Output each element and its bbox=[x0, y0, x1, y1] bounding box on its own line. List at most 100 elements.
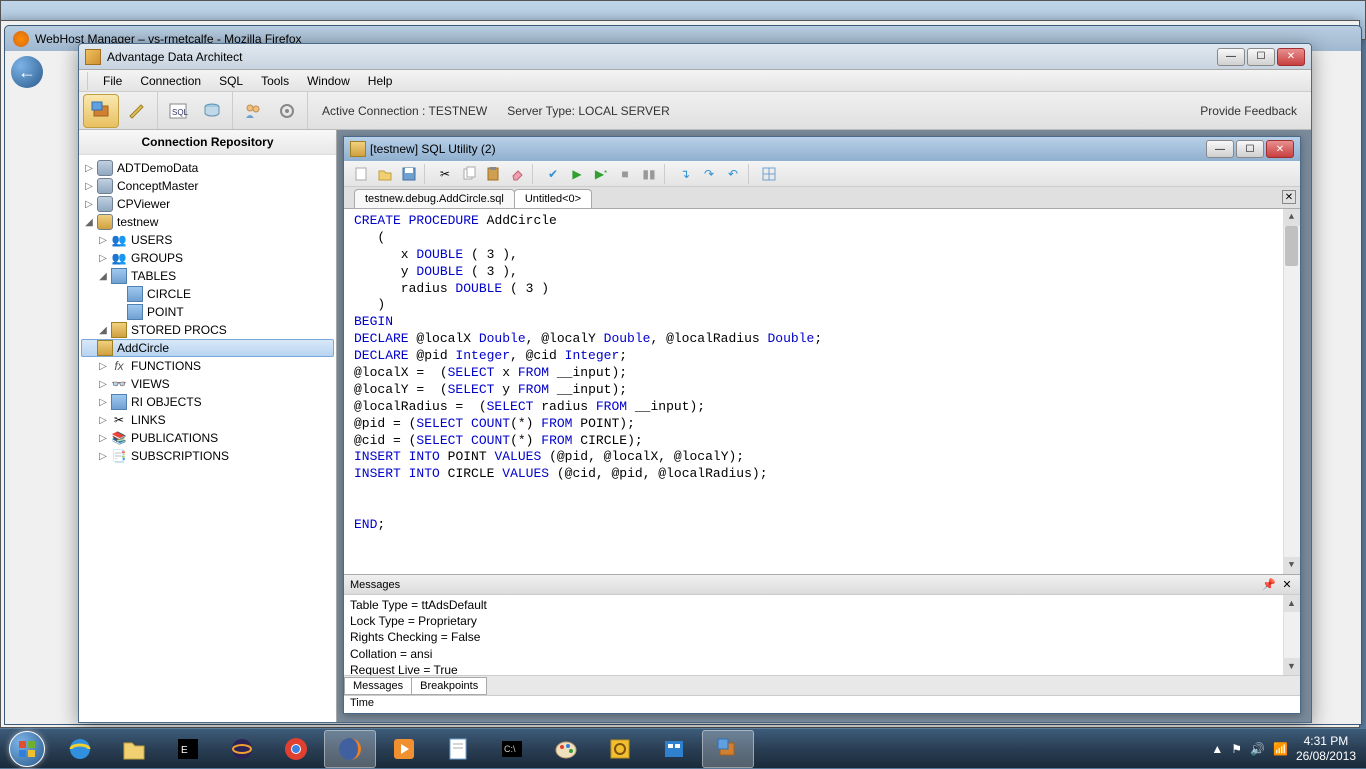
tree-stored-procs[interactable]: ◢STORED PROCS bbox=[81, 321, 334, 339]
firefox-back-button[interactable]: ← bbox=[11, 56, 43, 88]
sql-erase-icon[interactable] bbox=[506, 163, 528, 185]
tree-ri-objects[interactable]: ▷RI OBJECTS bbox=[81, 393, 334, 411]
sql-window-icon bbox=[350, 141, 366, 157]
tray-clock[interactable]: 4:31 PM 26/08/2013 bbox=[1296, 734, 1356, 763]
sql-toolbar: ✂ ✔ ▶ ▶* ■ ▮▮ ↴ ↷ ↶ bbox=[344, 161, 1300, 187]
messages-pin-icon[interactable]: 📌 bbox=[1262, 578, 1276, 592]
sql-grid-icon[interactable] bbox=[758, 163, 780, 185]
taskbar-app1-icon[interactable] bbox=[594, 730, 646, 768]
start-button[interactable] bbox=[0, 729, 54, 769]
sql-step-over-icon[interactable]: ↷ bbox=[698, 163, 720, 185]
breakpoints-tab[interactable]: Breakpoints bbox=[411, 677, 487, 695]
messages-close-icon[interactable]: ✕ bbox=[1280, 578, 1294, 592]
provide-feedback-link[interactable]: Provide Feedback bbox=[1186, 104, 1311, 118]
taskbar-notepad-icon[interactable] bbox=[432, 730, 484, 768]
tree-table-point[interactable]: POINT bbox=[81, 303, 334, 321]
tree-users[interactable]: ▷👥USERS bbox=[81, 231, 334, 249]
sql-cut-icon[interactable]: ✂ bbox=[434, 163, 456, 185]
editor-scrollbar[interactable]: ▲ ▼ bbox=[1283, 209, 1300, 574]
toolbar-query-icon[interactable] bbox=[196, 95, 228, 127]
taskbar-terminal-icon[interactable]: E bbox=[162, 730, 214, 768]
ada-menubar: File Connection SQL Tools Window Help bbox=[79, 70, 1311, 92]
tree-functions[interactable]: ▷fxFUNCTIONS bbox=[81, 357, 334, 375]
scroll-up-icon[interactable]: ▲ bbox=[1283, 209, 1300, 226]
sql-tab-close-button[interactable]: ✕ bbox=[1282, 190, 1296, 204]
menu-file[interactable]: File bbox=[95, 72, 130, 90]
sql-tab-addcircle[interactable]: testnew.debug.AddCircle.sql bbox=[354, 189, 515, 208]
sql-close-button[interactable]: ✕ bbox=[1266, 140, 1294, 158]
tree-links[interactable]: ▷✂LINKS bbox=[81, 411, 334, 429]
msg-scroll-up-icon[interactable]: ▲ bbox=[1283, 595, 1300, 612]
taskbar-mediaplayer-icon[interactable] bbox=[378, 730, 430, 768]
toolbar-edit-icon[interactable] bbox=[121, 95, 153, 127]
toolbar-users-icon[interactable] bbox=[237, 95, 269, 127]
sql-editor[interactable]: CREATE PROCEDURE AddCircle ( x DOUBLE ( … bbox=[344, 209, 1300, 574]
maximize-button[interactable]: ☐ bbox=[1247, 48, 1275, 66]
tree-publications[interactable]: ▷📚PUBLICATIONS bbox=[81, 429, 334, 447]
minimize-button[interactable]: — bbox=[1217, 48, 1245, 66]
tray-up-icon[interactable]: ▲ bbox=[1211, 742, 1223, 756]
taskbar-eclipse-icon[interactable] bbox=[216, 730, 268, 768]
msg-scroll-down-icon[interactable]: ▼ bbox=[1283, 658, 1300, 675]
sql-stop-icon[interactable]: ■ bbox=[614, 163, 636, 185]
tree-subscriptions[interactable]: ▷📑SUBSCRIPTIONS bbox=[81, 447, 334, 465]
sql-run-icon[interactable]: ▶ bbox=[566, 163, 588, 185]
sql-step-into-icon[interactable]: ↴ bbox=[674, 163, 696, 185]
tree-testnew[interactable]: ◢testnew bbox=[81, 213, 334, 231]
tree-groups[interactable]: ▷👥GROUPS bbox=[81, 249, 334, 267]
tree-adtdemodata[interactable]: ▷ADTDemoData bbox=[81, 159, 334, 177]
taskbar-cmd-icon[interactable]: C:\ bbox=[486, 730, 538, 768]
taskbar-paint-icon[interactable] bbox=[540, 730, 592, 768]
taskbar-chrome-icon[interactable] bbox=[270, 730, 322, 768]
taskbar-ada-icon[interactable] bbox=[702, 730, 754, 768]
sql-check-icon[interactable]: ✔ bbox=[542, 163, 564, 185]
tree-views[interactable]: ▷👓VIEWS bbox=[81, 375, 334, 393]
messages-scrollbar[interactable]: ▲ ▼ bbox=[1283, 595, 1300, 675]
tray-volume-icon[interactable]: 🔊 bbox=[1250, 742, 1265, 756]
time-row: Time bbox=[344, 695, 1300, 713]
sql-save-icon[interactable] bbox=[398, 163, 420, 185]
sql-minimize-button[interactable]: — bbox=[1206, 140, 1234, 158]
sql-titlebar[interactable]: [testnew] SQL Utility (2) — ☐ ✕ bbox=[344, 137, 1300, 161]
sql-maximize-button[interactable]: ☐ bbox=[1236, 140, 1264, 158]
menu-sql[interactable]: SQL bbox=[211, 72, 251, 90]
tree-conceptmaster[interactable]: ▷ConceptMaster bbox=[81, 177, 334, 195]
close-button[interactable]: ✕ bbox=[1277, 48, 1305, 66]
ada-title: Advantage Data Architect bbox=[107, 50, 1217, 64]
sql-run-script-icon[interactable]: ▶* bbox=[590, 163, 612, 185]
taskbar-ie-icon[interactable] bbox=[54, 730, 106, 768]
toolbar-connect-icon[interactable] bbox=[83, 94, 119, 128]
sql-window-title: [testnew] SQL Utility (2) bbox=[370, 142, 1206, 156]
connection-tree[interactable]: ▷ADTDemoData ▷ConceptMaster ▷CPViewer ◢t… bbox=[79, 155, 336, 722]
connection-repository-panel: Connection Repository ▷ADTDemoData ▷Conc… bbox=[79, 130, 337, 722]
messages-body[interactable]: Table Type = ttAdsDefault Lock Type = Pr… bbox=[344, 595, 1300, 675]
sql-new-icon[interactable] bbox=[350, 163, 372, 185]
tree-proc-addcircle[interactable]: AddCircle bbox=[81, 339, 334, 357]
menu-connection[interactable]: Connection bbox=[132, 72, 209, 90]
sql-tab-untitled[interactable]: Untitled<0> bbox=[514, 189, 592, 208]
system-tray[interactable]: ▲ ⚑ 🔊 📶 4:31 PM 26/08/2013 bbox=[1201, 734, 1366, 763]
sql-step-out-icon[interactable]: ↶ bbox=[722, 163, 744, 185]
tray-network-icon[interactable]: 📶 bbox=[1273, 742, 1288, 756]
toolbar-sql-icon[interactable]: SQL bbox=[162, 95, 194, 127]
scroll-down-icon[interactable]: ▼ bbox=[1283, 557, 1300, 574]
taskbar-explorer-icon[interactable] bbox=[108, 730, 160, 768]
menu-help[interactable]: Help bbox=[360, 72, 401, 90]
sql-utility-window: [testnew] SQL Utility (2) — ☐ ✕ ✂ bbox=[343, 136, 1301, 714]
tree-table-circle[interactable]: CIRCLE bbox=[81, 285, 334, 303]
sql-pause-icon[interactable]: ▮▮ bbox=[638, 163, 660, 185]
menu-tools[interactable]: Tools bbox=[253, 72, 297, 90]
tree-cpviewer[interactable]: ▷CPViewer bbox=[81, 195, 334, 213]
ada-titlebar[interactable]: Advantage Data Architect — ☐ ✕ bbox=[79, 44, 1311, 70]
taskbar-firefox-icon[interactable] bbox=[324, 730, 376, 768]
sql-open-icon[interactable] bbox=[374, 163, 396, 185]
menu-window[interactable]: Window bbox=[299, 72, 358, 90]
sql-copy-icon[interactable] bbox=[458, 163, 480, 185]
scroll-thumb[interactable] bbox=[1285, 226, 1298, 266]
toolbar-settings-icon[interactable] bbox=[271, 95, 303, 127]
sql-paste-icon[interactable] bbox=[482, 163, 504, 185]
taskbar-app2-icon[interactable] bbox=[648, 730, 700, 768]
messages-tab[interactable]: Messages bbox=[344, 677, 412, 695]
tree-tables[interactable]: ◢TABLES bbox=[81, 267, 334, 285]
tray-flag-icon[interactable]: ⚑ bbox=[1231, 742, 1242, 756]
